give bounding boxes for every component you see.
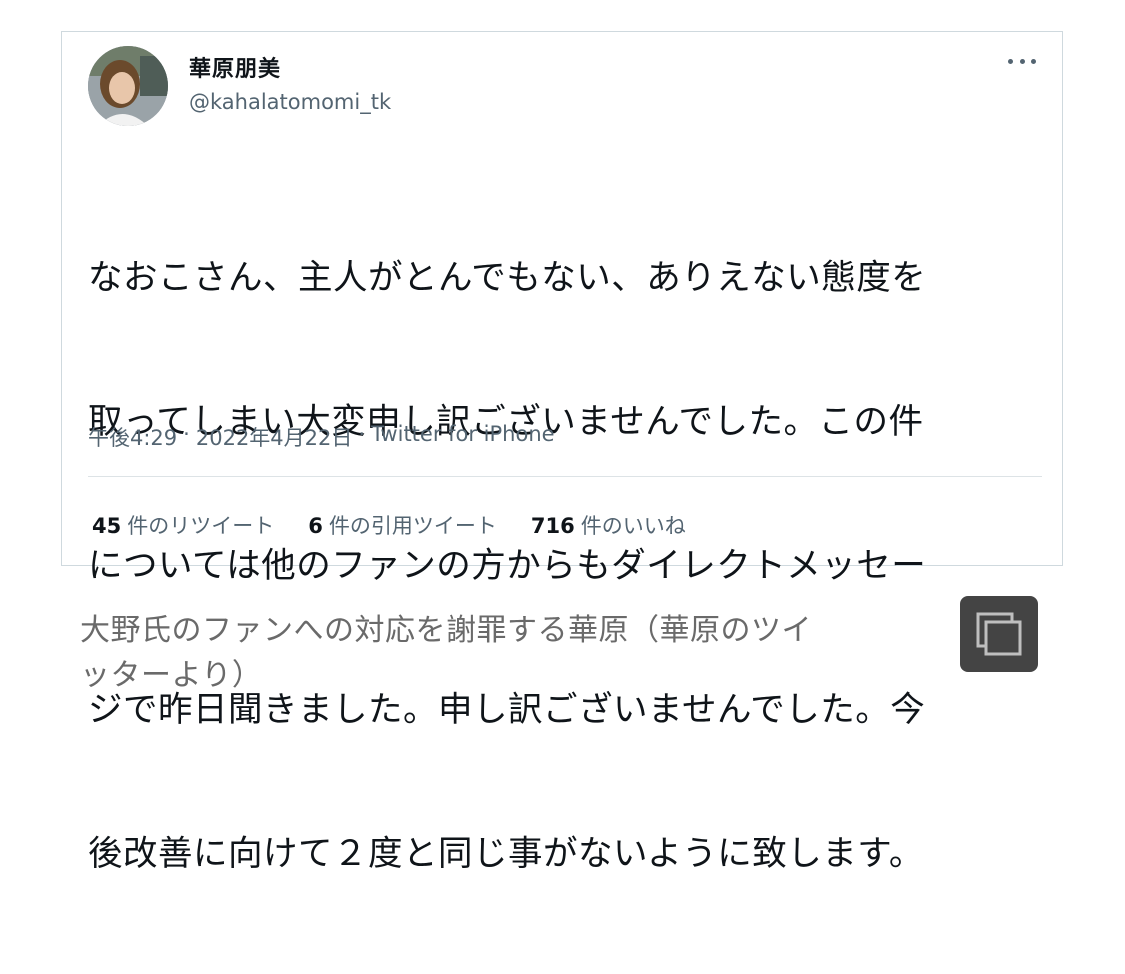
likes-label: 件のいいね	[580, 514, 686, 538]
meta-separator: ·	[183, 422, 190, 446]
retweets-stat[interactable]: 45 件のリツイート	[92, 510, 274, 540]
tweet-text-line: については他のファンの方からもダイレクトメッセー	[88, 546, 927, 586]
tweet-time[interactable]: 午後4:29	[88, 422, 177, 452]
caption-line: 大野氏のファンへの対応を謝罪する華原（華原のツイ	[80, 613, 812, 648]
user-handle[interactable]: @kahalatomomi_tk	[189, 90, 391, 114]
tweet-text: なおこさん、主人がとんでもない、ありえない態度を 取ってしまい大変申し訳ございま…	[88, 158, 1033, 974]
retweets-label: 件のリツイート	[127, 514, 275, 538]
display-name[interactable]: 華原朋美	[189, 51, 281, 83]
tweet-text-line: 後改善に向けて２度と同じ事がないように致します。	[88, 834, 924, 874]
tweet-meta: 午後4:29 · 2022年4月22日 · Twitter for iPhone	[88, 422, 555, 452]
tweet-card: 華原朋美 @kahalatomomi_tk なおこさん、主人がとんでもない、あり…	[61, 31, 1063, 874]
quotes-label: 件の引用ツイート	[328, 514, 497, 538]
copy-icon	[976, 612, 1022, 656]
likes-stat[interactable]: 716 件のいいね	[531, 510, 686, 540]
avatar-image	[88, 46, 168, 126]
tweet-date[interactable]: 2022年4月22日	[196, 422, 353, 452]
more-dot	[1008, 58, 1013, 64]
quotes-stat[interactable]: 6 件の引用ツイート	[308, 510, 497, 540]
meta-separator: ·	[358, 422, 366, 446]
more-dot	[1031, 58, 1036, 64]
tweet-stats: 45 件のリツイート 6 件の引用ツイート 716 件のいいね	[92, 510, 686, 540]
divider	[88, 476, 1042, 477]
likes-count: 716	[530, 514, 575, 538]
tweet-source[interactable]: Twitter for iPhone	[371, 422, 555, 452]
caption-line: ッターより）	[80, 658, 263, 693]
more-horizontal-icon[interactable]	[1008, 54, 1036, 68]
retweets-count: 45	[92, 514, 122, 538]
copy-button[interactable]	[960, 596, 1038, 672]
more-dot	[1019, 58, 1025, 64]
quotes-count: 6	[308, 514, 323, 538]
image-caption: 大野氏のファンへの対応を謝罪する華原（華原のツイ ッターより）	[80, 608, 960, 698]
tweet-text-line: なおこさん、主人がとんでもない、ありえない態度を	[88, 258, 927, 298]
avatar[interactable]	[88, 46, 168, 126]
